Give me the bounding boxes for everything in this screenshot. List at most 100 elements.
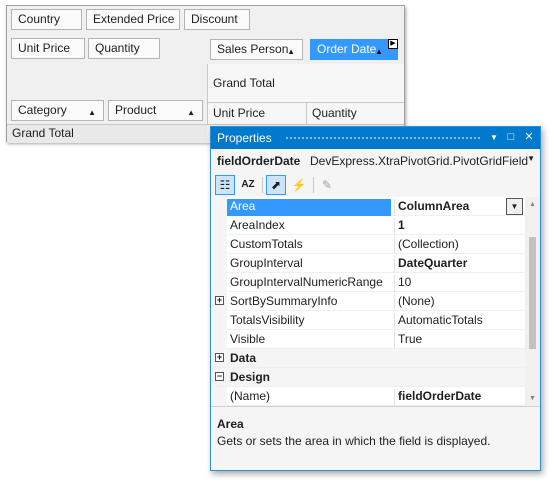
sort-ascending-icon: ▲ <box>287 47 295 56</box>
titlebar-grip <box>285 136 481 141</box>
property-name: GroupInterval <box>230 256 303 270</box>
row-gutter <box>213 197 227 216</box>
categorized-button[interactable]: ☷ <box>215 175 235 195</box>
vertical-scrollbar[interactable]: ▲ ▼ <box>525 197 540 406</box>
data-header-area: Unit Price Quantity Category ▲ Product ▲ <box>7 34 207 124</box>
description-panel: Area Gets or sets the area in which the … <box>211 406 540 470</box>
properties-titlebar[interactable]: Properties ▼ □ ✕ <box>211 127 540 149</box>
lightning-icon: ⚡ <box>291 178 307 192</box>
property-value[interactable]: 10 <box>394 275 524 292</box>
property-row-groupintervalnumericrange[interactable]: GroupIntervalNumericRange 10 <box>213 273 525 292</box>
window-position-dropdown-icon[interactable]: ▼ <box>487 130 501 145</box>
properties-button[interactable]: ⬈ <box>266 175 286 195</box>
maximize-icon[interactable]: □ <box>504 130 518 145</box>
column-field-order-date[interactable]: Order Date ▲ ▶ <box>310 39 398 60</box>
toolbar-separator <box>262 177 263 193</box>
object-type: DevExpress.XtraPivotGrid.PivotGridField <box>310 154 529 168</box>
data-field-quantity[interactable]: Quantity <box>88 38 160 59</box>
row-field-category-label: Category <box>18 103 67 117</box>
close-icon[interactable]: ✕ <box>522 130 536 145</box>
property-row-customtotals[interactable]: CustomTotals (Collection) <box>213 235 525 254</box>
property-value[interactable]: AutomaticTotals <box>394 313 524 330</box>
property-value[interactable]: ColumnArea <box>394 199 524 216</box>
row-grand-total: Grand Total <box>7 124 207 143</box>
sort-ascending-icon: ▲ <box>88 108 96 117</box>
property-row-totalsvisibility[interactable]: TotalsVisibility AutomaticTotals <box>213 311 525 330</box>
property-value[interactable]: 1 <box>394 218 524 235</box>
property-row-visible[interactable]: Visible True <box>213 330 525 349</box>
row-field-category[interactable]: Category ▲ <box>11 100 104 121</box>
data-field-unit-price[interactable]: Unit Price <box>11 38 85 59</box>
sort-ascending-icon: ▲ <box>375 47 383 56</box>
property-row-groupinterval[interactable]: GroupInterval DateQuarter <box>213 254 525 273</box>
sort-ascending-icon: ▲ <box>187 108 195 117</box>
row-gutter <box>213 216 227 235</box>
properties-icon: ⬈ <box>270 178 282 192</box>
property-name: Visible <box>230 332 266 346</box>
property-pages-button[interactable]: ✎ <box>317 175 337 195</box>
property-name: (Name) <box>230 389 271 403</box>
pivot-grid: Country Extended Price Discount Unit Pri… <box>6 5 405 143</box>
description-text: Gets or sets the area in which the field… <box>217 434 491 448</box>
object-selector[interactable]: fieldOrderDate DevExpress.XtraPivotGrid.… <box>211 149 540 173</box>
property-row-sortbysummaryinfo[interactable]: + SortBySummaryInfo (None) <box>213 292 525 311</box>
scroll-up-icon[interactable]: ▲ <box>525 197 540 212</box>
row-gutter <box>213 387 227 406</box>
expand-icon[interactable]: + <box>215 353 224 362</box>
description-title: Area <box>217 417 244 431</box>
property-value[interactable]: fieldOrderDate <box>394 389 524 406</box>
drag-marker-icon: ▶ <box>388 39 398 49</box>
filter-field-extended-price[interactable]: Extended Price <box>86 9 180 30</box>
row-gutter <box>213 254 227 273</box>
row-field-product-label: Product <box>115 103 157 117</box>
filter-area: Country Extended Price Discount <box>7 6 404 34</box>
alphabetical-sort-icon: AZ <box>241 179 255 190</box>
events-button[interactable]: ⚡ <box>289 175 309 195</box>
property-name: TotalsVisibility <box>230 313 305 327</box>
row-gutter <box>213 311 227 330</box>
property-name: CustomTotals <box>230 237 303 251</box>
properties-title: Properties <box>217 131 272 145</box>
category-name: Data <box>230 351 257 365</box>
column-field-sales-person[interactable]: Sales Person ▲ <box>210 39 303 60</box>
property-value[interactable]: DateQuarter <box>394 256 524 273</box>
property-row-areaindex[interactable]: AreaIndex 1 <box>213 216 525 235</box>
category-name: Design <box>230 370 271 384</box>
row-gutter <box>213 273 227 292</box>
column-header-area: Sales Person ▲ Order Date ▲ ▶ <box>207 34 404 64</box>
chevron-down-icon[interactable]: ▼ <box>527 154 535 163</box>
filter-field-discount[interactable]: Discount <box>184 9 250 30</box>
property-value[interactable]: (Collection) <box>394 237 524 254</box>
column-field-order-date-label: Order Date <box>317 42 377 56</box>
column-field-sales-person-label: Sales Person <box>217 42 289 56</box>
property-row-area[interactable]: Area ColumnArea ▼ <box>213 197 525 216</box>
properties-window: Properties ▼ □ ✕ fieldOrderDate DevExpre… <box>210 126 541 471</box>
expand-icon[interactable]: + <box>215 296 224 305</box>
property-grid: Area ColumnArea ▼ AreaIndex 1 CustomTota… <box>213 197 525 406</box>
wrench-icon: ✎ <box>321 178 333 192</box>
property-name: AreaIndex <box>230 218 285 232</box>
property-value[interactable]: (None) <box>394 294 524 311</box>
column-grand-total: Grand Total <box>207 64 404 102</box>
category-row-data[interactable]: + Data <box>213 349 525 368</box>
property-value[interactable]: True <box>394 332 524 349</box>
property-name: GroupIntervalNumericRange <box>230 275 383 289</box>
property-name: Area <box>227 199 391 216</box>
data-header-unit-price: Unit Price <box>207 102 306 124</box>
object-name: fieldOrderDate <box>217 154 301 168</box>
categorized-icon: ☷ <box>219 178 231 192</box>
value-dropdown-icon[interactable]: ▼ <box>506 198 523 215</box>
row-field-product[interactable]: Product ▲ <box>108 100 203 121</box>
alphabetical-button[interactable]: AZ <box>238 175 258 195</box>
property-name: SortBySummaryInfo <box>230 294 338 308</box>
toolbar-separator <box>313 177 314 193</box>
filter-field-country[interactable]: Country <box>11 9 82 30</box>
scroll-thumb[interactable] <box>529 237 536 349</box>
category-row-design[interactable]: − Design <box>213 368 525 387</box>
properties-toolbar: ☷ AZ ⬈ ⚡ ✎ <box>211 173 540 197</box>
data-header-quantity: Quantity <box>306 102 404 124</box>
row-gutter <box>213 330 227 349</box>
property-row-name[interactable]: (Name) fieldOrderDate <box>213 387 525 406</box>
scroll-down-icon[interactable]: ▼ <box>525 391 540 406</box>
collapse-icon[interactable]: − <box>215 372 224 381</box>
